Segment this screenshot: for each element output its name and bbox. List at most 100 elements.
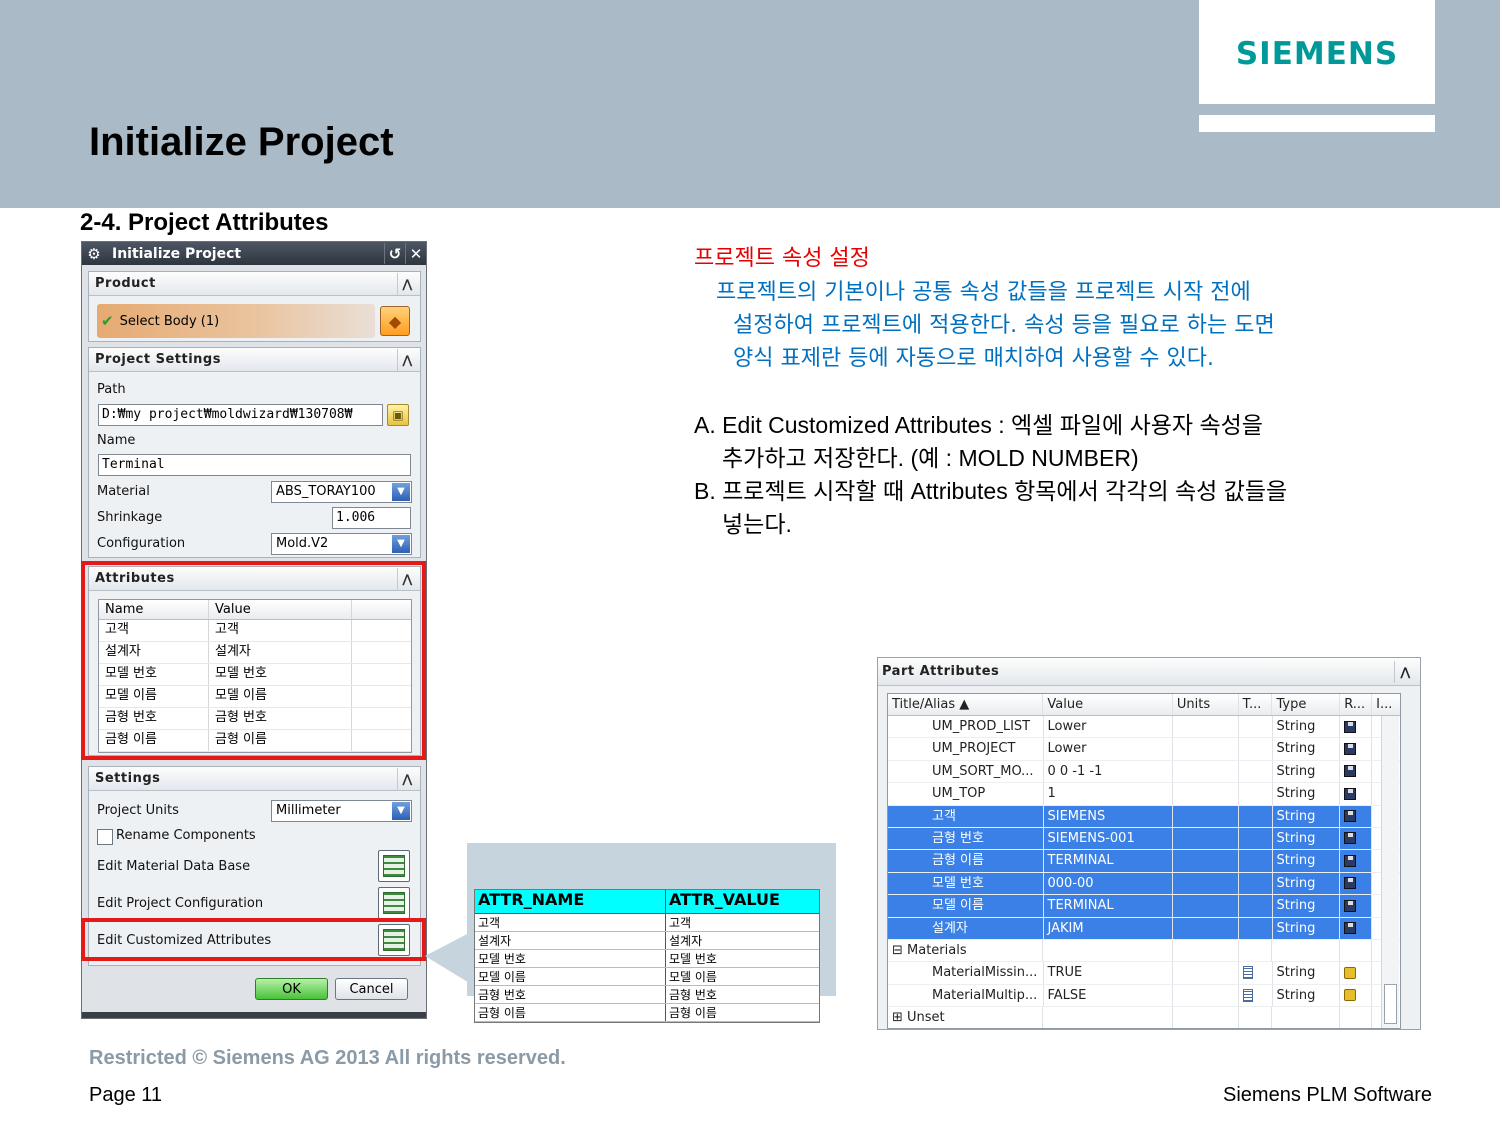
- column-header-r[interactable]: R...: [1340, 694, 1373, 715]
- project-settings-header[interactable]: Project Settings ⋀: [89, 348, 420, 372]
- table-row[interactable]: UM_SORT_MO... 0 0 -1 -1 String: [888, 760, 1400, 784]
- type-cell: String: [1272, 872, 1341, 895]
- value-cell[interactable]: JAKIM: [1043, 917, 1173, 939]
- r-cell[interactable]: [1340, 716, 1373, 738]
- save-disk-icon[interactable]: [1344, 720, 1357, 733]
- name-field[interactable]: Terminal: [98, 454, 411, 476]
- lock-icon[interactable]: [1344, 989, 1357, 1002]
- vertical-scrollbar[interactable]: [1381, 716, 1399, 1028]
- chevron-up-icon[interactable]: ⋀: [1394, 661, 1416, 683]
- empty-cell: [1043, 1007, 1173, 1028]
- value-cell[interactable]: TERMINAL: [1043, 895, 1173, 917]
- table-row[interactable]: 고객 SIEMENS String: [888, 805, 1400, 828]
- settings-header[interactable]: Settings ⋀: [89, 767, 420, 791]
- save-disk-icon[interactable]: [1344, 742, 1357, 755]
- reset-icon[interactable]: ↺: [384, 243, 405, 264]
- r-cell[interactable]: [1340, 850, 1373, 872]
- save-disk-icon[interactable]: [1344, 787, 1357, 800]
- r-cell[interactable]: [1340, 783, 1373, 805]
- note-icon[interactable]: [1242, 988, 1253, 1002]
- configuration-label: Configuration: [97, 536, 186, 551]
- column-header-t[interactable]: T...: [1239, 694, 1273, 715]
- configuration-select[interactable]: Mold.V2 ▼: [271, 533, 412, 555]
- value-cell[interactable]: FALSE: [1044, 984, 1173, 1007]
- gear-icon[interactable]: ⚙: [84, 245, 104, 263]
- value-cell[interactable]: SIEMENS-001: [1043, 827, 1173, 850]
- save-disk-icon[interactable]: [1344, 877, 1357, 890]
- table-row[interactable]: UM_PROJECT Lower String: [888, 738, 1400, 761]
- table-row[interactable]: UM_PROD_LIST Lower String: [888, 716, 1400, 739]
- table-row[interactable]: 금형 이름 TERMINAL String: [888, 850, 1400, 873]
- r-cell[interactable]: [1340, 760, 1373, 783]
- scrollbar-thumb[interactable]: [1384, 984, 1397, 1024]
- value-cell[interactable]: 000-00: [1043, 872, 1173, 895]
- r-cell[interactable]: [1340, 827, 1373, 850]
- table-row[interactable]: MaterialMissin... TRUE String: [888, 962, 1400, 985]
- r-cell[interactable]: [1340, 984, 1373, 1007]
- excel-cell: 모델 이름: [475, 968, 666, 985]
- material-select[interactable]: ABS_TORAY100 ▼: [271, 481, 412, 503]
- table-row[interactable]: 모델 번호 000-00 String: [888, 872, 1400, 896]
- save-disk-icon[interactable]: [1344, 765, 1357, 778]
- column-header-i[interactable]: I...: [1372, 694, 1400, 715]
- ok-button[interactable]: OK: [255, 978, 328, 1000]
- save-disk-icon[interactable]: [1344, 832, 1357, 845]
- value-cell[interactable]: SIEMENS: [1043, 805, 1173, 827]
- value-cell[interactable]: 0 0 -1 -1: [1044, 760, 1173, 783]
- save-disk-icon[interactable]: [1344, 810, 1357, 823]
- edit-config-button[interactable]: [378, 887, 410, 919]
- column-header-units[interactable]: Units: [1173, 694, 1239, 715]
- column-header-value[interactable]: Value: [1043, 694, 1173, 715]
- shrinkage-field[interactable]: 1.006: [332, 507, 411, 529]
- close-icon[interactable]: ✕: [405, 243, 426, 264]
- rename-components-checkbox[interactable]: [97, 829, 113, 845]
- r-cell[interactable]: [1340, 917, 1373, 939]
- value-cell[interactable]: Lower: [1044, 738, 1173, 760]
- r-cell[interactable]: [1340, 738, 1373, 760]
- materials-group-row[interactable]: ⊟ Materials: [888, 939, 1400, 963]
- r-cell[interactable]: [1340, 895, 1373, 917]
- table-row[interactable]: MaterialMultip... FALSE String: [888, 984, 1400, 1008]
- value-cell[interactable]: 1: [1044, 783, 1173, 805]
- type-cell: String: [1272, 895, 1341, 917]
- save-disk-icon[interactable]: [1344, 899, 1357, 912]
- chevron-up-icon[interactable]: ⋀: [397, 348, 417, 371]
- table-row[interactable]: 금형 번호 SIEMENS-001 String: [888, 827, 1400, 851]
- empty-cell: [1272, 1007, 1341, 1028]
- save-disk-icon[interactable]: [1344, 922, 1357, 935]
- chevron-up-icon[interactable]: ⋀: [397, 767, 417, 790]
- note-icon[interactable]: [1242, 966, 1253, 980]
- product-header[interactable]: Product ⋀: [89, 272, 420, 296]
- column-header-title[interactable]: Title/Alias ▲: [888, 694, 1044, 715]
- table-row[interactable]: UM_TOP 1 String: [888, 783, 1400, 806]
- table-row[interactable]: 모델 이름 TERMINAL String: [888, 895, 1400, 918]
- table-row[interactable]: 설계자 JAKIM String: [888, 917, 1400, 940]
- r-cell[interactable]: [1340, 962, 1373, 984]
- collapse-icon[interactable]: ⊞: [892, 1010, 907, 1025]
- chevron-down-icon[interactable]: ▼: [392, 483, 410, 501]
- r-cell[interactable]: [1340, 805, 1373, 827]
- chevron-down-icon[interactable]: ▼: [392, 802, 410, 820]
- select-body-button[interactable]: ✔ Select Body (1): [97, 304, 375, 338]
- path-field[interactable]: D:₩my project₩moldwizard₩130708₩: [98, 404, 383, 426]
- empty-cell: [1173, 939, 1239, 962]
- column-header-type[interactable]: Type: [1272, 694, 1341, 715]
- save-disk-icon[interactable]: [1344, 854, 1357, 867]
- solid-body-icon[interactable]: ◆: [380, 306, 410, 336]
- excel-row: 금형 이름 금형 이름: [475, 1004, 819, 1022]
- edit-material-button[interactable]: [378, 850, 410, 882]
- r-cell[interactable]: [1340, 872, 1373, 895]
- chevron-up-icon[interactable]: ⋀: [397, 272, 417, 295]
- collapse-icon[interactable]: ⊟: [892, 943, 907, 958]
- value-cell[interactable]: TERMINAL: [1043, 850, 1173, 872]
- value-cell[interactable]: TRUE: [1044, 962, 1173, 984]
- lock-icon[interactable]: [1344, 966, 1357, 979]
- part-attributes-header[interactable]: Part Attributes ⋀: [878, 658, 1420, 686]
- value-cell[interactable]: Lower: [1044, 716, 1173, 738]
- cancel-button[interactable]: Cancel: [335, 978, 408, 1000]
- chevron-down-icon[interactable]: ▼: [392, 535, 410, 553]
- browse-folder-icon[interactable]: ▣: [387, 404, 409, 426]
- project-units-select[interactable]: Millimeter ▼: [271, 800, 412, 822]
- unset-group-row[interactable]: ⊞ Unset: [888, 1007, 1400, 1028]
- checkmark-icon: ✔: [101, 312, 114, 330]
